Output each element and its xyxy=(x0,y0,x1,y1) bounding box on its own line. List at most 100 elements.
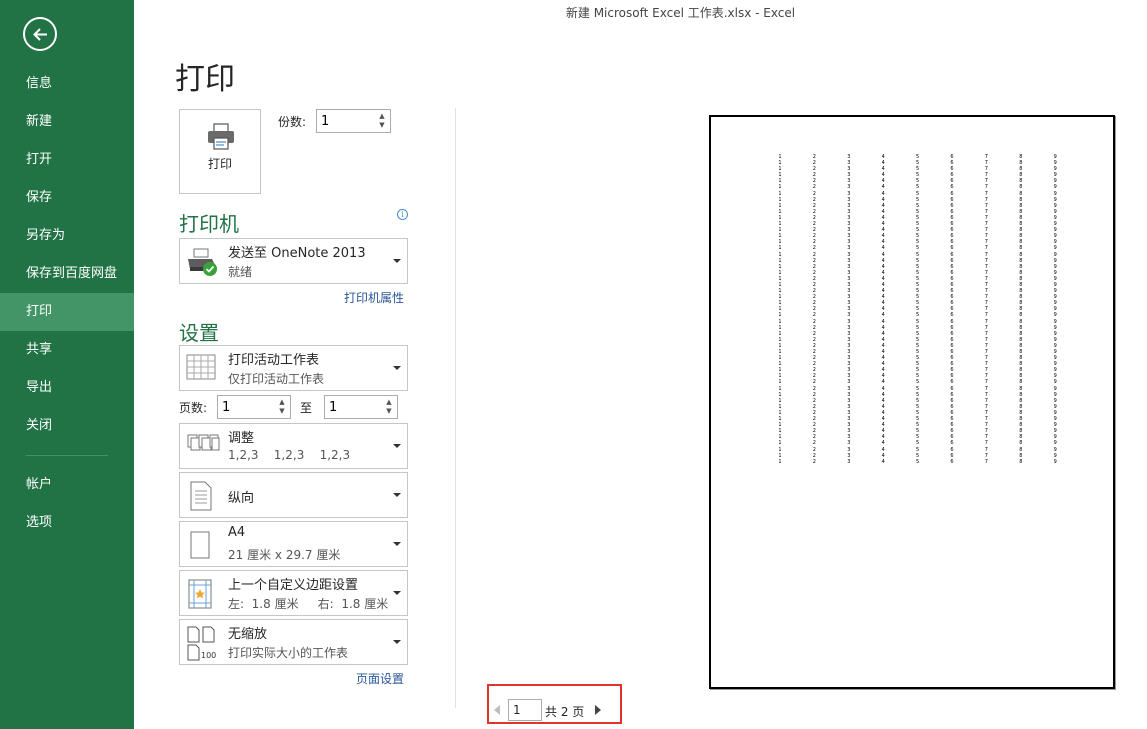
paper-size-dropdown[interactable]: A4 21 厘米 x 29.7 厘米 xyxy=(179,521,408,567)
chevron-down-icon xyxy=(393,259,401,263)
margins-subtitle: 左: 1.8 厘米 右: 1.8 厘米 xyxy=(228,597,389,611)
printer-heading: 打印机 xyxy=(179,212,239,236)
settings-heading: 设置 xyxy=(179,321,219,345)
backstage-nav: 信息 新建 打开 保存 另存为 保存到百度网盘 打印 共享 导出 关闭 帐户 选… xyxy=(0,65,134,542)
window-title: 新建 Microsoft Excel 工作表.xlsx - Excel xyxy=(565,6,796,20)
chevron-down-icon xyxy=(393,640,401,644)
preview-cell: 6 xyxy=(950,458,954,465)
paper-size-title: A4 xyxy=(228,525,246,540)
page-count-text: 共 2 页 xyxy=(545,705,585,719)
nav-item-open[interactable]: 打开 xyxy=(0,141,134,179)
nav-item-close[interactable]: 关闭 xyxy=(0,407,134,445)
nav-item-print[interactable]: 打印 xyxy=(0,293,134,331)
preview-column-2: 2222222222222222222222222222222222222222… xyxy=(811,154,817,465)
print-button-label: 打印 xyxy=(207,157,232,171)
excel-backstage: 新建 Microsoft Excel 工作表.xlsx - Excel 信息 新… xyxy=(0,0,1147,729)
nav-item-save[interactable]: 保存 xyxy=(0,179,134,217)
nav-item-new[interactable]: 新建 xyxy=(0,103,134,141)
preview-cell: 5 xyxy=(916,458,920,465)
printer-ready-icon xyxy=(188,248,217,276)
previous-page-icon[interactable] xyxy=(494,705,500,715)
pages-label: 页数: xyxy=(179,401,208,415)
printer-dropdown[interactable]: 发送至 OneNote 2013 就绪 xyxy=(179,238,408,284)
printer-icon xyxy=(208,123,234,150)
panel-divider xyxy=(455,108,456,708)
pages-from-input[interactable] xyxy=(218,396,274,419)
preview-column-4: 4444444444444444444444444444444444444444… xyxy=(880,154,886,465)
print-what-subtitle: 仅打印活动工作表 xyxy=(228,372,325,386)
preview-column-6: 6666666666666666666666666666666666666666… xyxy=(949,154,955,465)
pages-from-arrows[interactable]: ▲ ▼ xyxy=(276,398,288,416)
printer-properties-link[interactable]: 打印机属性 xyxy=(344,289,404,306)
copies-stepper[interactable]: ▲ ▼ xyxy=(316,109,391,133)
preview-column-5: 5555555555555555555555555555555555555555… xyxy=(915,154,921,465)
orientation-title: 纵向 xyxy=(228,491,255,506)
nav-item-options[interactable]: 选项 xyxy=(0,504,134,542)
chevron-down-icon xyxy=(393,542,401,546)
chevron-down-icon xyxy=(393,493,401,497)
page-navigator: 1 共 2 页 xyxy=(487,684,622,724)
info-icon[interactable]: i xyxy=(397,209,408,220)
collate-icon xyxy=(187,434,220,451)
pages-to-stepper[interactable]: ▲ ▼ xyxy=(324,395,398,419)
down-arrow-icon[interactable]: ▼ xyxy=(376,121,388,130)
preview-cell: 1 xyxy=(778,458,782,465)
back-arrow-icon xyxy=(33,28,47,41)
margins-title: 上一个自定义边距设置 xyxy=(228,578,359,593)
down-arrow-icon[interactable]: ▼ xyxy=(276,407,288,416)
back-button[interactable] xyxy=(23,17,57,51)
preview-column-3: 3333333333333333333333333333333333333333… xyxy=(846,154,852,465)
preview-column-9: 9999999999999999999999999999999999999999… xyxy=(1052,154,1058,465)
pages-from-stepper[interactable]: ▲ ▼ xyxy=(217,395,291,419)
next-page-icon[interactable] xyxy=(595,705,601,715)
print-button[interactable]: 打印 xyxy=(179,109,261,194)
svg-text:100: 100 xyxy=(201,651,216,660)
preview-cell: 4 xyxy=(881,458,885,465)
preview-cell: 8 xyxy=(1019,458,1023,465)
chevron-down-icon xyxy=(393,444,401,448)
copies-label: 份数: xyxy=(278,115,307,129)
preview-cell: 9 xyxy=(1053,458,1057,465)
nav-item-save-to-baidu[interactable]: 保存到百度网盘 xyxy=(0,255,134,293)
print-what-title: 打印活动工作表 xyxy=(228,353,320,368)
margins-dropdown[interactable]: 上一个自定义边距设置 左: 1.8 厘米 右: 1.8 厘米 xyxy=(179,570,408,616)
collate-title: 调整 xyxy=(228,431,255,446)
page-setup-link[interactable]: 页面设置 xyxy=(356,670,404,687)
printer-status: 就绪 xyxy=(228,265,253,279)
preview-column-1: 1111111111111111111111111111111111111111… xyxy=(777,154,783,465)
margins-icon xyxy=(188,579,212,609)
preview-cell: 2 xyxy=(812,458,816,465)
up-arrow-icon[interactable]: ▲ xyxy=(383,398,395,407)
up-arrow-icon[interactable]: ▲ xyxy=(276,398,288,407)
nav-item-export[interactable]: 导出 xyxy=(0,369,134,407)
nav-item-share[interactable]: 共享 xyxy=(0,331,134,369)
nav-item-info[interactable]: 信息 xyxy=(0,65,134,103)
sheet-grid-icon xyxy=(186,354,216,380)
copies-stepper-arrows[interactable]: ▲ ▼ xyxy=(376,112,388,130)
orientation-dropdown[interactable]: 纵向 xyxy=(179,472,408,518)
preview-cell: 3 xyxy=(847,458,851,465)
portrait-page-icon xyxy=(190,481,212,511)
up-arrow-icon[interactable]: ▲ xyxy=(376,112,388,121)
no-scaling-icon: 100 xyxy=(187,626,216,661)
chevron-down-icon xyxy=(393,591,401,595)
nav-item-save-as[interactable]: 另存为 xyxy=(0,217,134,255)
printer-name: 发送至 OneNote 2013 xyxy=(228,246,366,261)
preview-column-8: 8888888888888888888888888888888888888888… xyxy=(1018,154,1024,465)
copies-input[interactable] xyxy=(317,110,374,133)
collate-dropdown[interactable]: 调整 1,2,3 1,2,3 1,2,3 xyxy=(179,423,408,469)
scaling-subtitle: 打印实际大小的工作表 xyxy=(228,646,349,660)
backstage-sidebar: 信息 新建 打开 保存 另存为 保存到百度网盘 打印 共享 导出 关闭 帐户 选… xyxy=(0,0,134,729)
current-page-input[interactable]: 1 xyxy=(508,699,542,721)
preview-cell: 7 xyxy=(984,458,988,465)
print-what-dropdown[interactable]: 打印活动工作表 仅打印活动工作表 xyxy=(179,345,408,391)
scaling-dropdown[interactable]: 100 无缩放 打印实际大小的工作表 xyxy=(179,619,408,665)
paper-size-subtitle: 21 厘米 x 29.7 厘米 xyxy=(228,548,341,562)
pages-to-input[interactable] xyxy=(325,396,381,419)
down-arrow-icon[interactable]: ▼ xyxy=(383,407,395,416)
scaling-title: 无缩放 xyxy=(228,627,268,642)
nav-item-account[interactable]: 帐户 xyxy=(0,466,134,504)
chevron-down-icon xyxy=(393,366,401,370)
pages-to-arrows[interactable]: ▲ ▼ xyxy=(383,398,395,416)
to-label: 至 xyxy=(300,401,313,415)
